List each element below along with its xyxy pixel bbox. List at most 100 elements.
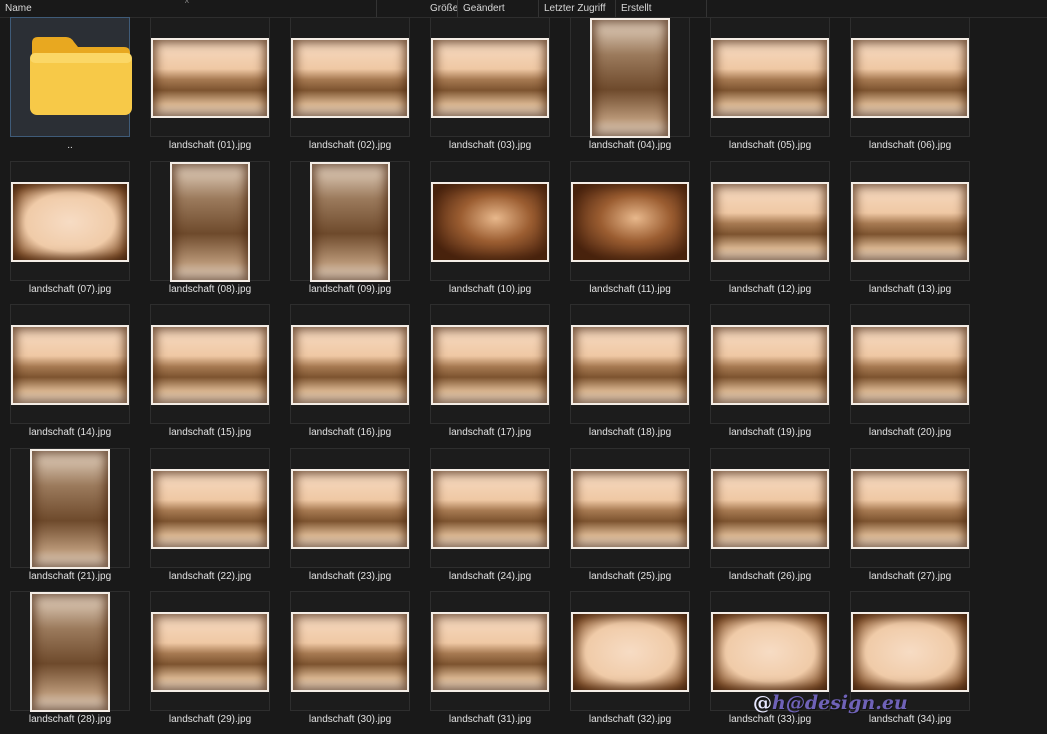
thumbnail-frame (850, 17, 970, 137)
file-item[interactable]: landschaft (30).jpg (290, 591, 410, 734)
file-name-label: landschaft (20).jpg (868, 427, 952, 438)
file-item[interactable]: landschaft (23).jpg (290, 448, 410, 591)
thumbnail-frame (150, 304, 270, 424)
thumbnail-frame (150, 161, 270, 282)
file-item[interactable]: landschaft (21).jpg (10, 448, 130, 591)
file-name-label: landschaft (18).jpg (588, 427, 672, 438)
file-item[interactable]: landschaft (12).jpg (710, 161, 830, 304)
image-thumbnail (711, 469, 829, 549)
file-item[interactable]: landschaft (22).jpg (150, 448, 270, 591)
image-thumbnail (151, 325, 269, 405)
folder-item-parent[interactable]: .. (10, 17, 132, 160)
file-name-label: landschaft (19).jpg (728, 427, 812, 438)
thumbnail-frame (570, 591, 690, 711)
image-thumbnail (711, 612, 829, 692)
image-thumbnail (851, 612, 969, 692)
image-thumbnail (11, 182, 129, 262)
image-thumbnail (590, 18, 670, 138)
file-item[interactable]: landschaft (16).jpg (290, 304, 410, 447)
file-item[interactable]: landschaft (06).jpg (850, 17, 970, 160)
thumbnail-frame (10, 304, 130, 424)
image-thumbnail (151, 469, 269, 549)
file-name-label: landschaft (11).jpg (589, 284, 671, 295)
image-thumbnail (571, 325, 689, 405)
column-header-changed[interactable]: Geändert (458, 0, 538, 17)
file-name-label: landschaft (04).jpg (588, 140, 672, 151)
image-thumbnail (151, 612, 269, 692)
thumbnail-frame (150, 448, 270, 568)
column-header-size[interactable]: Größe (425, 0, 458, 17)
file-name-label: landschaft (21).jpg (28, 571, 112, 582)
file-item[interactable]: landschaft (04).jpg (570, 17, 690, 160)
file-name-label: landschaft (07).jpg (28, 284, 112, 295)
file-item[interactable]: landschaft (27).jpg (850, 448, 970, 591)
column-divider[interactable] (706, 0, 707, 17)
thumbnail-frame (850, 448, 970, 568)
file-item[interactable]: landschaft (15).jpg (150, 304, 270, 447)
image-thumbnail (30, 449, 110, 569)
file-item[interactable]: landschaft (10).jpg (430, 161, 550, 304)
thumbnail-frame (290, 304, 410, 424)
image-thumbnail (291, 469, 409, 549)
column-header-created[interactable]: Erstellt (616, 0, 706, 17)
file-name-label: landschaft (27).jpg (868, 571, 952, 582)
file-item[interactable]: landschaft (02).jpg (290, 17, 410, 160)
watermark-logo: @h@design.eu (753, 692, 908, 714)
image-thumbnail (291, 38, 409, 118)
file-item[interactable]: landschaft (05).jpg (710, 17, 830, 160)
file-item[interactable]: landschaft (13).jpg (850, 161, 970, 304)
file-item[interactable]: landschaft (01).jpg (150, 17, 270, 160)
file-item[interactable]: landschaft (17).jpg (430, 304, 550, 447)
image-thumbnail (571, 182, 689, 262)
file-item[interactable]: landschaft (32).jpg (570, 591, 690, 734)
image-thumbnail (30, 592, 110, 712)
image-thumbnail (170, 162, 250, 282)
column-header-last-access[interactable]: Letzter Zugriff (539, 0, 615, 17)
file-item[interactable]: landschaft (24).jpg (430, 448, 550, 591)
file-item[interactable]: landschaft (11).jpg (570, 161, 690, 304)
image-thumbnail (711, 325, 829, 405)
image-thumbnail (431, 182, 549, 262)
file-item[interactable]: landschaft (31).jpg (430, 591, 550, 734)
file-name-label: landschaft (16).jpg (308, 427, 392, 438)
image-thumbnail (310, 162, 390, 282)
file-item[interactable]: landschaft (07).jpg (10, 161, 130, 304)
image-thumbnail (711, 38, 829, 118)
file-item[interactable]: landschaft (19).jpg (710, 304, 830, 447)
column-divider[interactable] (376, 0, 377, 17)
file-name-label: landschaft (09).jpg (308, 284, 392, 295)
thumbnail-frame (710, 161, 830, 281)
file-item[interactable]: landschaft (08).jpg (150, 161, 270, 304)
file-item[interactable]: landschaft (09).jpg (290, 161, 410, 304)
thumbnail-frame (150, 591, 270, 711)
file-name-label: landschaft (14).jpg (28, 427, 112, 438)
file-item[interactable]: landschaft (18).jpg (570, 304, 690, 447)
thumbnail-frame (290, 161, 410, 282)
thumbnail-frame (10, 161, 130, 281)
thumbnail-frame (710, 304, 830, 424)
file-name-label: landschaft (15).jpg (168, 427, 252, 438)
thumbnail-frame (710, 17, 830, 137)
file-name-label: landschaft (22).jpg (168, 571, 252, 582)
file-item[interactable]: landschaft (26).jpg (710, 448, 830, 591)
file-name-label: landschaft (01).jpg (168, 140, 252, 151)
image-thumbnail (431, 469, 549, 549)
file-item[interactable]: landschaft (29).jpg (150, 591, 270, 734)
file-item[interactable]: landschaft (14).jpg (10, 304, 130, 447)
file-name-label: landschaft (05).jpg (728, 140, 812, 151)
image-thumbnail (571, 612, 689, 692)
image-thumbnail (431, 325, 549, 405)
file-item[interactable]: landschaft (20).jpg (850, 304, 970, 447)
image-thumbnail (851, 182, 969, 262)
image-thumbnail (571, 469, 689, 549)
file-item[interactable]: landschaft (28).jpg (10, 591, 130, 734)
image-thumbnail (851, 38, 969, 118)
thumbnail-frame (430, 448, 550, 568)
file-item[interactable]: landschaft (03).jpg (430, 17, 550, 160)
thumbnail-frame (10, 448, 130, 569)
file-name-label: landschaft (12).jpg (728, 284, 812, 295)
thumbnail-frame (150, 17, 270, 137)
file-item[interactable]: landschaft (25).jpg (570, 448, 690, 591)
thumbnail-frame (430, 161, 550, 281)
image-thumbnail (151, 38, 269, 118)
